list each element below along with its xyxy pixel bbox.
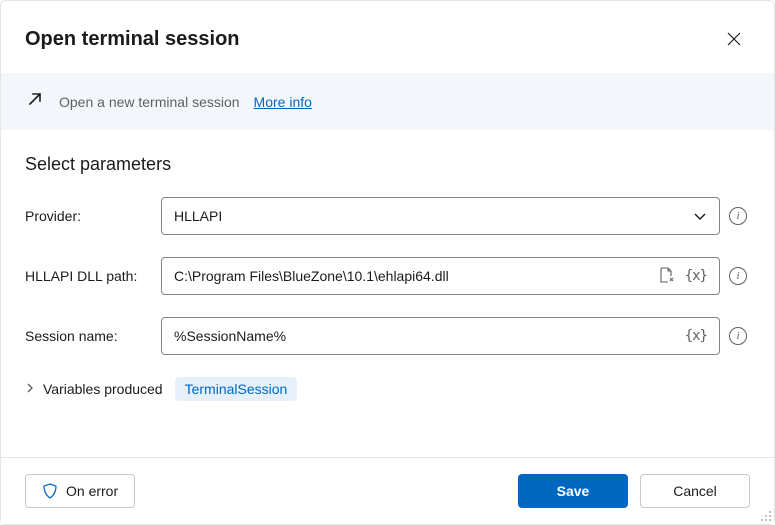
on-error-button[interactable]: On error: [25, 474, 135, 508]
dll-path-row: HLLAPI DLL path: {x} i: [25, 257, 750, 295]
shield-icon: [42, 483, 58, 499]
session-name-input[interactable]: [174, 328, 685, 344]
session-name-label: Session name:: [25, 328, 155, 344]
chevron-right-icon: [25, 382, 35, 396]
cancel-button[interactable]: Cancel: [640, 474, 750, 508]
variable-picker-icon[interactable]: {x}: [685, 268, 707, 284]
dialog-footer: On error Save Cancel: [1, 457, 774, 524]
open-external-icon: [25, 89, 45, 114]
session-name-input-wrap: {x}: [161, 317, 720, 355]
variable-picker-icon[interactable]: {x}: [685, 328, 707, 344]
provider-label: Provider:: [25, 208, 155, 224]
dialog-header: Open terminal session: [1, 1, 774, 73]
dll-path-input[interactable]: [174, 268, 657, 284]
dll-path-input-wrap: {x}: [161, 257, 720, 295]
close-button[interactable]: [718, 23, 750, 55]
on-error-label: On error: [66, 483, 118, 499]
info-banner: Open a new terminal session More info: [1, 73, 774, 130]
variables-produced-row: Variables produced TerminalSession: [25, 377, 750, 401]
chevron-down-icon: [693, 209, 707, 223]
section-title: Select parameters: [25, 154, 750, 175]
provider-row: Provider: HLLAPI i: [25, 197, 750, 235]
variables-produced-label: Variables produced: [43, 381, 163, 397]
variables-produced-toggle[interactable]: Variables produced: [25, 381, 163, 397]
session-name-info-icon[interactable]: i: [729, 327, 747, 345]
dll-path-label: HLLAPI DLL path:: [25, 268, 155, 284]
variable-chip[interactable]: TerminalSession: [175, 377, 298, 401]
more-info-link[interactable]: More info: [254, 94, 312, 110]
banner-text: Open a new terminal session: [59, 94, 240, 110]
resize-grip-icon[interactable]: [760, 510, 772, 522]
file-picker-icon[interactable]: [657, 266, 675, 287]
provider-info-icon[interactable]: i: [729, 207, 747, 225]
close-icon: [727, 32, 741, 46]
dialog-body: Select parameters Provider: HLLAPI i HLL…: [1, 130, 774, 401]
save-button[interactable]: Save: [518, 474, 628, 508]
dialog-title: Open terminal session: [25, 28, 240, 51]
provider-value: HLLAPI: [174, 208, 222, 224]
dll-path-info-icon[interactable]: i: [729, 267, 747, 285]
session-name-row: Session name: {x} i: [25, 317, 750, 355]
provider-select[interactable]: HLLAPI: [161, 197, 720, 235]
